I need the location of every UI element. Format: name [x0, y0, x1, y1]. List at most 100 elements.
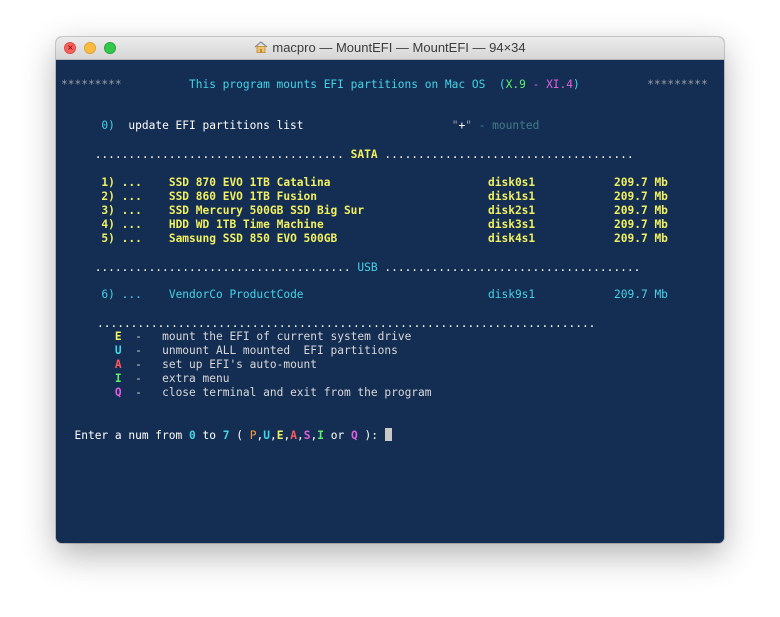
command-key: E: [114, 330, 122, 343]
prompt-key: S: [303, 429, 311, 442]
command-dash: -: [135, 330, 142, 343]
partition-name: SSD Mercury 500GB SSD Big Sur: [168, 204, 365, 217]
partition-row[interactable]: 5) ... Samsung SSD 850 EVO 500GB: [61, 232, 337, 246]
partition-size: 209.7 Mb: [614, 190, 668, 204]
command-text: extra menu: [162, 372, 230, 385]
partition-size: 209.7 Mb: [614, 218, 668, 232]
command-key: A: [114, 358, 122, 371]
text-cursor[interactable]: [384, 428, 392, 441]
prompt-key: I: [317, 429, 324, 442]
prompt-from: 0: [189, 429, 196, 442]
partition-size-unit: Mb: [654, 288, 668, 301]
partition-disk: disk1s1: [488, 190, 536, 203]
terminal-content[interactable]: ********* This program mounts EFI partit…: [56, 60, 724, 543]
partition-dots: ...: [121, 218, 142, 231]
partition-size-value: 209.7: [614, 204, 648, 217]
partition-size-value: 209.7: [614, 218, 648, 231]
command-key: I: [114, 372, 122, 385]
partition-disk: disk9s1: [488, 288, 536, 301]
partition-size-value: 209.7: [614, 232, 648, 245]
partition-size: 209.7 Mb: [614, 204, 668, 218]
command-dash: -: [135, 372, 142, 385]
commands-separator: ........................................…: [97, 317, 596, 330]
update-label: update EFI partitions list: [128, 119, 304, 132]
partition-number: 5): [101, 232, 115, 245]
usb-title: USB: [357, 261, 378, 274]
partition-name: VendorCo ProductCode: [168, 288, 304, 301]
sata-separator: ..................................... SA…: [61, 148, 634, 162]
partition-size-unit: Mb: [654, 190, 668, 203]
partition-dots: ...: [121, 204, 142, 217]
home-folder-icon: [254, 41, 268, 53]
command-row[interactable]: A - set up EFI's auto-mount: [61, 358, 317, 372]
partition-name: SSD 870 EVO 1TB Catalina: [168, 176, 331, 189]
command-row[interactable]: E - mount the EFI of current system driv…: [61, 330, 411, 344]
command-row[interactable]: U - unmount ALL mounted EFI partitions: [61, 344, 398, 358]
mounted-legend: - mounted: [471, 119, 540, 132]
command-text: close terminal and exit from the program: [162, 386, 432, 399]
partition-disk: disk2s1: [488, 204, 536, 217]
prompt-key: A: [290, 429, 297, 442]
command-row[interactable]: Q - close terminal and exit from the pro…: [61, 386, 432, 400]
sata-separator-right: .....................................: [384, 148, 634, 161]
input-prompt[interactable]: Enter a num from 0 to 7 ( P,U,E,A,S,I or…: [61, 428, 392, 443]
window-title-text: macpro — MountEFI — MountEFI — 94×34: [272, 40, 526, 55]
header-version-dash: -: [532, 78, 540, 91]
command-text: mount the EFI of current system drive: [162, 330, 412, 343]
partition-row[interactable]: 1) ... SSD 870 EVO 1TB Catalina: [61, 176, 330, 190]
partition-row[interactable]: 4) ... HDD WD 1TB Time Machine: [61, 218, 324, 232]
prompt-comma: ,: [270, 429, 277, 442]
partition-dots: ...: [121, 288, 142, 301]
sata-title: SATA: [350, 148, 378, 161]
usb-partition-row[interactable]: 6) ... VendorCo ProductCode: [61, 288, 304, 302]
partition-disk: disk4s1: [488, 232, 536, 245]
prompt-or-word: or: [330, 429, 345, 442]
prompt-key: P: [249, 429, 257, 442]
usb-separator-left: ......................................: [94, 261, 351, 274]
header-version-to: XI.4: [546, 78, 574, 91]
prompt-key: U: [263, 429, 270, 442]
usb-separator: ...................................... U…: [61, 261, 641, 275]
header-stars-right: *********: [647, 78, 708, 91]
partition-name: Samsung SSD 850 EVO 500GB: [168, 232, 338, 245]
partition-size-unit: Mb: [654, 218, 668, 231]
partition-size: 209.7 Mb: [614, 288, 668, 302]
command-dash: -: [135, 344, 142, 357]
partition-size-unit: Mb: [654, 204, 668, 217]
partition-disk: disk0s1: [488, 176, 536, 189]
partition-row[interactable]: 2) ... SSD 860 EVO 1TB Fusion: [61, 190, 317, 204]
partition-number: 3): [101, 204, 115, 217]
partition-row[interactable]: 3) ... SSD Mercury 500GB SSD Big Sur: [61, 204, 364, 218]
header-stars-left: *********: [61, 78, 122, 91]
partition-name: HDD WD 1TB Time Machine: [168, 218, 324, 231]
title-bar[interactable]: × macpro — MountEFI — MountEFI — 94×34: [56, 37, 724, 60]
partition-size: 209.7 Mb: [614, 176, 668, 190]
header-paren-close: ): [573, 78, 580, 91]
prompt-comma: ,: [297, 429, 304, 442]
partition-size-value: 209.7: [614, 288, 648, 301]
command-text: unmount ALL mounted EFI partitions: [162, 344, 398, 357]
partition-dots: ...: [121, 190, 142, 203]
header-version-from: X.9: [505, 78, 526, 91]
partition-number: 4): [101, 218, 115, 231]
window-title: macpro — MountEFI — MountEFI — 94×34: [56, 37, 724, 59]
prompt-paren-open: (: [236, 429, 243, 442]
prompt-to: 7: [222, 429, 230, 442]
header-paren-open: (: [498, 78, 506, 91]
partition-size: 209.7 Mb: [614, 232, 668, 246]
legend-quote-close: ": [465, 119, 472, 132]
command-dash: -: [135, 358, 142, 371]
prompt-paren-close: ):: [364, 429, 378, 442]
command-row[interactable]: I - extra menu: [61, 372, 230, 386]
header-text: This program mounts EFI partitions on Ma…: [188, 78, 486, 91]
header-line: ********* This program mounts EFI partit…: [61, 78, 708, 92]
prompt-key: Q: [350, 429, 358, 442]
partition-number: 1): [101, 176, 115, 189]
partition-size-unit: Mb: [654, 176, 668, 189]
command-key: U: [114, 344, 122, 357]
partition-size-unit: Mb: [654, 232, 668, 245]
partition-disk: disk3s1: [488, 218, 536, 231]
sata-separator-left: .....................................: [94, 148, 344, 161]
command-text: set up EFI's auto-mount: [162, 358, 318, 371]
partition-size-value: 209.7: [614, 190, 648, 203]
